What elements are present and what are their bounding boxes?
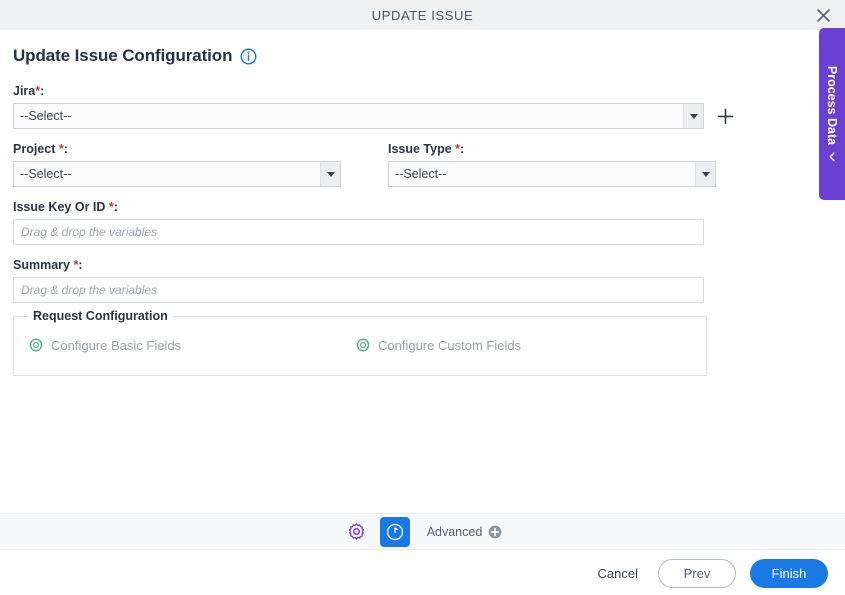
- request-configuration-section: Request Configuration Configure Basic Fi…: [13, 309, 707, 376]
- issue-key-or-id-placeholder: Drag & drop the variables: [21, 225, 158, 239]
- process-data-label: Process Data: [825, 65, 839, 146]
- cancel-button[interactable]: Cancel: [592, 562, 644, 585]
- process-data-tab-inner: Process Data: [825, 66, 839, 162]
- gear-icon: [28, 337, 44, 353]
- dialog-title: UPDATE ISSUE: [371, 7, 474, 23]
- project-issuetype-row: Project *: --Select-- Issue Type *: --Se…: [13, 142, 845, 187]
- field-jira: Jira*: --Select--: [13, 84, 845, 129]
- configure-basic-fields-button[interactable]: Configure Basic Fields: [28, 337, 355, 353]
- label-colon: :: [78, 258, 83, 272]
- page-title: Update Issue Configuration: [13, 46, 233, 65]
- issue-key-or-id-input[interactable]: Drag & drop the variables: [13, 219, 704, 245]
- jira-row: --Select--: [13, 103, 845, 129]
- field-label-summary: Summary *:: [13, 258, 845, 272]
- chevron-down-icon[interactable]: [683, 104, 703, 128]
- label-text: Issue Key Or ID: [13, 200, 106, 214]
- settings-button[interactable]: [343, 518, 371, 546]
- jira-select[interactable]: --Select--: [13, 103, 704, 129]
- gear-icon: [355, 337, 371, 353]
- process-data-tab[interactable]: Process Data: [819, 28, 845, 200]
- summary-input[interactable]: Drag & drop the variables: [13, 277, 704, 303]
- request-configuration-legend: Request Configuration: [28, 309, 173, 323]
- close-icon[interactable]: [811, 3, 835, 27]
- advanced-button[interactable]: Advanced: [427, 525, 503, 539]
- bottom-toolbar: Advanced: [0, 513, 845, 550]
- field-label-jira: Jira*:: [13, 84, 845, 98]
- field-project: Project *: --Select--: [13, 142, 388, 187]
- issue-type-select-value: --Select--: [389, 162, 695, 186]
- jira-select-value: --Select--: [14, 104, 683, 128]
- chevron-down-icon[interactable]: [695, 162, 715, 186]
- configure-custom-fields-label: Configure Custom Fields: [378, 337, 522, 353]
- reload-button[interactable]: [379, 516, 410, 547]
- dialog-body: Update Issue Configuration Jira*: --Sele…: [0, 30, 845, 513]
- label-text: Summary: [13, 258, 70, 272]
- field-label-project: Project *:: [13, 142, 388, 156]
- request-configuration-items: Configure Basic Fields Configure Custom …: [28, 337, 692, 353]
- gear-icon: [347, 522, 366, 541]
- issue-type-select[interactable]: --Select--: [388, 161, 716, 187]
- summary-placeholder: Drag & drop the variables: [21, 283, 158, 297]
- dialog-titlebar: UPDATE ISSUE: [0, 0, 845, 30]
- label-text: Issue Type: [388, 142, 452, 156]
- label-colon: :: [40, 84, 45, 98]
- field-issue-type: Issue Type *: --Select--: [388, 142, 716, 187]
- project-select-value: --Select--: [14, 162, 320, 186]
- field-label-issue-type: Issue Type *:: [388, 142, 716, 156]
- page-title-row: Update Issue Configuration: [13, 46, 845, 66]
- label-text: Jira: [13, 84, 36, 98]
- configure-custom-fields-button[interactable]: Configure Custom Fields: [355, 337, 521, 353]
- chevron-left-icon: [827, 152, 837, 162]
- field-issue-key-or-id: Issue Key Or ID *: Drag & drop the varia…: [13, 200, 845, 245]
- add-jira-button[interactable]: [714, 103, 736, 129]
- dialog-footer: Cancel Prev Finish: [0, 551, 845, 595]
- update-issue-dialog: UPDATE ISSUE Update Issue Configuration …: [0, 0, 845, 595]
- plus-circle-icon[interactable]: [488, 525, 502, 539]
- finish-button[interactable]: Finish: [750, 558, 828, 588]
- chevron-down-icon[interactable]: [320, 162, 340, 186]
- refresh-icon: [385, 522, 405, 542]
- label-text: Project: [13, 142, 56, 156]
- label-colon: :: [63, 142, 68, 156]
- info-icon[interactable]: [240, 47, 257, 65]
- label-colon: :: [113, 200, 118, 214]
- field-label-issue-key-or-id: Issue Key Or ID *:: [13, 200, 845, 214]
- prev-button[interactable]: Prev: [658, 558, 736, 588]
- field-summary: Summary *: Drag & drop the variables: [13, 258, 845, 303]
- project-select[interactable]: --Select--: [13, 161, 341, 187]
- configure-basic-fields-label: Configure Basic Fields: [51, 337, 182, 353]
- label-colon: :: [460, 142, 465, 156]
- advanced-label: Advanced: [426, 524, 483, 539]
